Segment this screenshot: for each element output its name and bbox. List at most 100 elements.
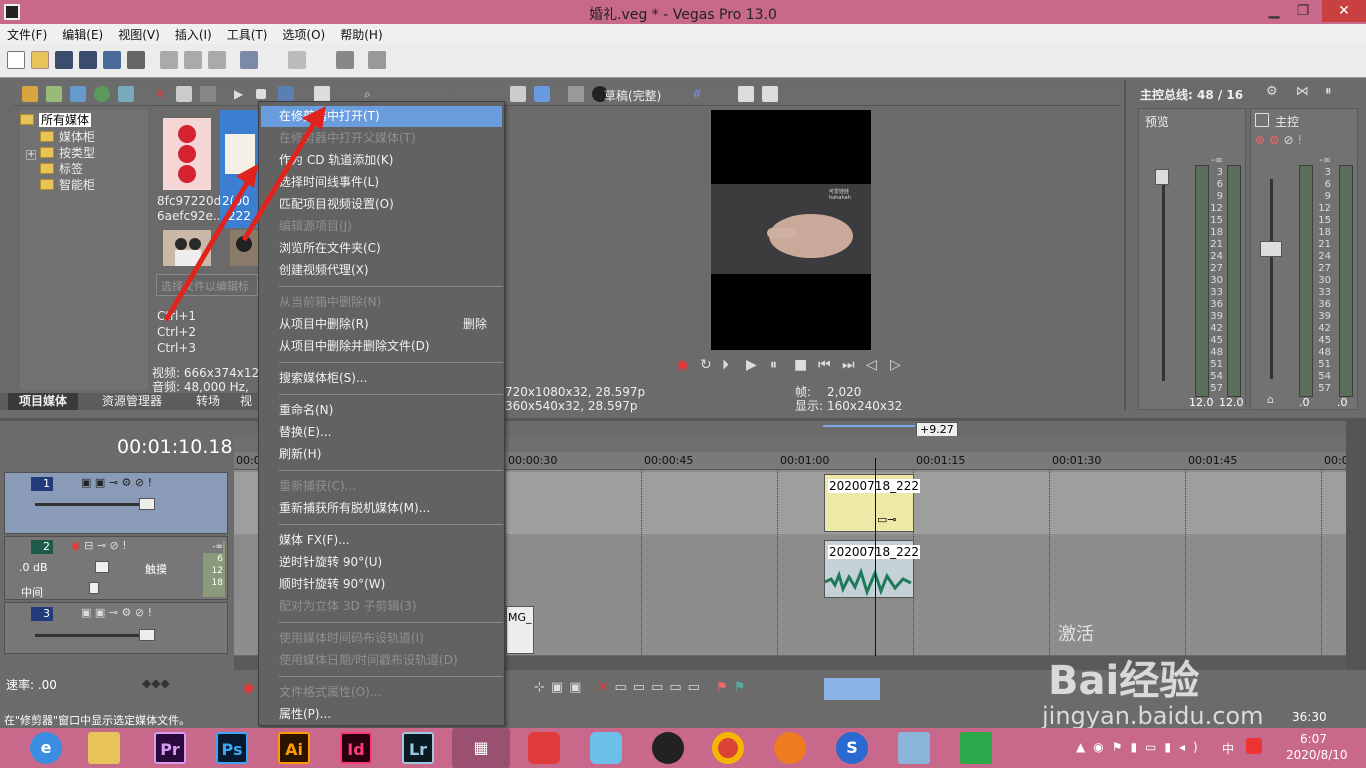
file-explorer-icon[interactable] <box>88 732 120 764</box>
ime-indicator[interactable]: 中 <box>1222 740 1234 757</box>
save-snapshot-icon[interactable] <box>762 86 778 102</box>
preview-props-icon[interactable] <box>510 86 526 102</box>
play-from-start-icon[interactable]: ⏵ <box>722 357 729 373</box>
preview-quality-dropdown[interactable]: 草稿(完整) <box>604 87 661 104</box>
pause-icon[interactable]: ⏸ <box>770 357 777 373</box>
record-icon[interactable]: ◉ <box>676 357 688 373</box>
next-frame-icon[interactable]: ▷ <box>890 357 901 373</box>
tab-explorer[interactable]: 资源管理器 <box>92 393 172 410</box>
redo-icon[interactable] <box>288 51 306 69</box>
context-menu-item[interactable]: 重命名(N) <box>261 400 502 421</box>
clock-time[interactable]: 6:07 <box>1300 732 1327 746</box>
audio-event[interactable]: 20200718_222 <box>824 540 920 598</box>
loop-icon[interactable]: ↻ <box>700 357 712 373</box>
vegas-icon[interactable]: ▦ <box>452 728 510 768</box>
photoshop-icon[interactable]: Ps <box>216 732 248 764</box>
meter-options-icon[interactable]: ⏸ <box>1325 84 1332 99</box>
app-icon[interactable] <box>774 732 806 764</box>
capture-icon[interactable] <box>46 86 62 102</box>
menu-item[interactable]: 工具(T) <box>220 24 276 43</box>
indesign-icon[interactable]: Id <box>340 732 372 764</box>
context-menu-item[interactable]: 重新捕获所有脱机媒体(M)... <box>261 498 502 519</box>
copy-snapshot-icon[interactable] <box>738 86 754 102</box>
tree-item-smart-bin[interactable]: 智能柜 <box>40 176 95 192</box>
play-icon[interactable]: ▶ <box>746 357 757 373</box>
save-as-icon[interactable] <box>79 51 97 69</box>
track-slider-thumb[interactable] <box>139 498 155 510</box>
minimize-button[interactable]: ▁ <box>1260 0 1288 22</box>
context-menu-item[interactable]: 替换(E)... <box>261 422 502 443</box>
prev-frame-icon[interactable]: ◁ <box>866 357 877 373</box>
fx-icon[interactable] <box>568 86 584 102</box>
premiere-icon[interactable]: Pr <box>154 732 186 764</box>
small-event[interactable]: MG_ <box>506 606 534 654</box>
volume-slider-thumb[interactable] <box>95 561 109 573</box>
sogou-tray-icon[interactable] <box>1246 738 1262 754</box>
tab-video-fx[interactable]: 视 <box>236 393 256 410</box>
context-menu-item[interactable]: 媒体 FX(F)... <box>261 530 502 551</box>
search-media-icon[interactable] <box>118 86 134 102</box>
external-monitor-icon[interactable] <box>534 86 550 102</box>
new-file-icon[interactable] <box>7 51 25 69</box>
go-start-icon[interactable]: ⏮ <box>818 357 831 373</box>
context-menu-item[interactable]: 属性(P)... <box>261 704 502 725</box>
close-button[interactable]: ✕ <box>1322 0 1366 22</box>
track-slider-thumb[interactable] <box>139 629 155 641</box>
pointer-tool-icon[interactable] <box>368 51 386 69</box>
tree-item-media-bin[interactable]: 媒体柜 <box>40 128 95 144</box>
tree-item-by-type[interactable]: + 按类型 <box>26 144 95 160</box>
master-fader[interactable] <box>1260 241 1282 257</box>
render-icon[interactable] <box>103 51 121 69</box>
import-icon[interactable] <box>22 86 38 102</box>
stop-icon[interactable]: ■ <box>794 357 807 373</box>
grid-icon[interactable]: # <box>692 86 708 102</box>
tab-project-media[interactable]: 项目媒体 <box>8 393 78 410</box>
app-icon[interactable] <box>960 732 992 764</box>
track-controls[interactable]: ◉ ⊟ ⊸ ⊘ ! <box>71 539 127 552</box>
paste-icon[interactable] <box>208 51 226 69</box>
video-event[interactable]: 20200718_222 ▭⊸ <box>824 474 920 532</box>
copy-icon[interactable] <box>184 51 202 69</box>
track-header-video-1[interactable]: 1 ▣ ▣ ⊸ ⚙ ⊘ ! <box>4 472 228 534</box>
context-menu-item[interactable]: 搜索媒体柜(S)... <box>261 368 502 389</box>
tree-item-all-media[interactable]: 所有媒体 <box>20 111 92 127</box>
go-end-icon[interactable]: ⏭ <box>842 357 855 373</box>
app-icon[interactable] <box>590 732 622 764</box>
illustrator-icon[interactable]: Ai <box>278 732 310 764</box>
browser-360-icon[interactable]: e <box>30 732 62 764</box>
tree-item-tags[interactable]: 标签 <box>40 160 83 176</box>
track-slider[interactable] <box>35 503 155 506</box>
save-icon[interactable] <box>55 51 73 69</box>
context-menu-item[interactable]: 刷新(H) <box>261 444 502 465</box>
stop-icon[interactable] <box>256 89 266 99</box>
snap-icons[interactable] <box>824 678 880 700</box>
rate-slider-icon[interactable]: ◆◆◆ <box>142 676 170 690</box>
sogou-icon[interactable]: S <box>836 732 868 764</box>
lightroom-icon[interactable]: Lr <box>402 732 434 764</box>
context-menu-item[interactable]: 逆时针旋转 90°(U) <box>261 552 502 573</box>
track-header-video-3[interactable]: 3 ▣ ▣ ⊸ ⚙ ⊘ ! <box>4 602 228 654</box>
expand-icon[interactable]: + <box>26 150 36 160</box>
menu-item[interactable]: 选项(O) <box>275 24 333 43</box>
app-icon[interactable] <box>898 732 930 764</box>
track-header-audio-2[interactable]: 2 ◉ ⊟ ⊸ ⊘ ! .0 dB 中间 触摸 -∞ 6 12 18 <box>4 536 228 600</box>
track-controls[interactable]: ▣ ▣ ⊸ ⚙ ⊘ ! <box>81 476 152 489</box>
menu-item[interactable]: 帮助(H) <box>333 24 390 43</box>
cut-icon[interactable] <box>160 51 178 69</box>
lock-icon[interactable]: ⌂ <box>1267 393 1274 406</box>
menu-item[interactable]: 插入(I) <box>168 24 220 43</box>
menu-item[interactable]: 文件(F) <box>0 24 55 43</box>
master-icon[interactable] <box>1255 113 1269 127</box>
edit-tool-icons[interactable]: ⊹▣▣ ✕▭▭▭▭▭ ⚑⚑ <box>534 680 751 695</box>
master-fx-icons[interactable]: ⊕ ⚙ ⊘ ! <box>1255 133 1302 147</box>
pan-slider-thumb[interactable] <box>89 582 99 594</box>
track-slider[interactable] <box>35 634 155 637</box>
app-icon[interactable] <box>528 732 560 764</box>
record-icon[interactable]: ◉ <box>242 680 254 696</box>
event-fx-icon[interactable]: ▭⊸ <box>877 513 897 526</box>
automation-mode[interactable]: 触摸 <box>145 561 167 577</box>
fx-chain-icon[interactable]: ⚙ <box>1266 84 1278 99</box>
get-media-icon[interactable] <box>70 86 86 102</box>
clock-date[interactable]: 2020/8/10 <box>1286 748 1348 762</box>
restore-button[interactable]: ❐ <box>1289 0 1317 22</box>
